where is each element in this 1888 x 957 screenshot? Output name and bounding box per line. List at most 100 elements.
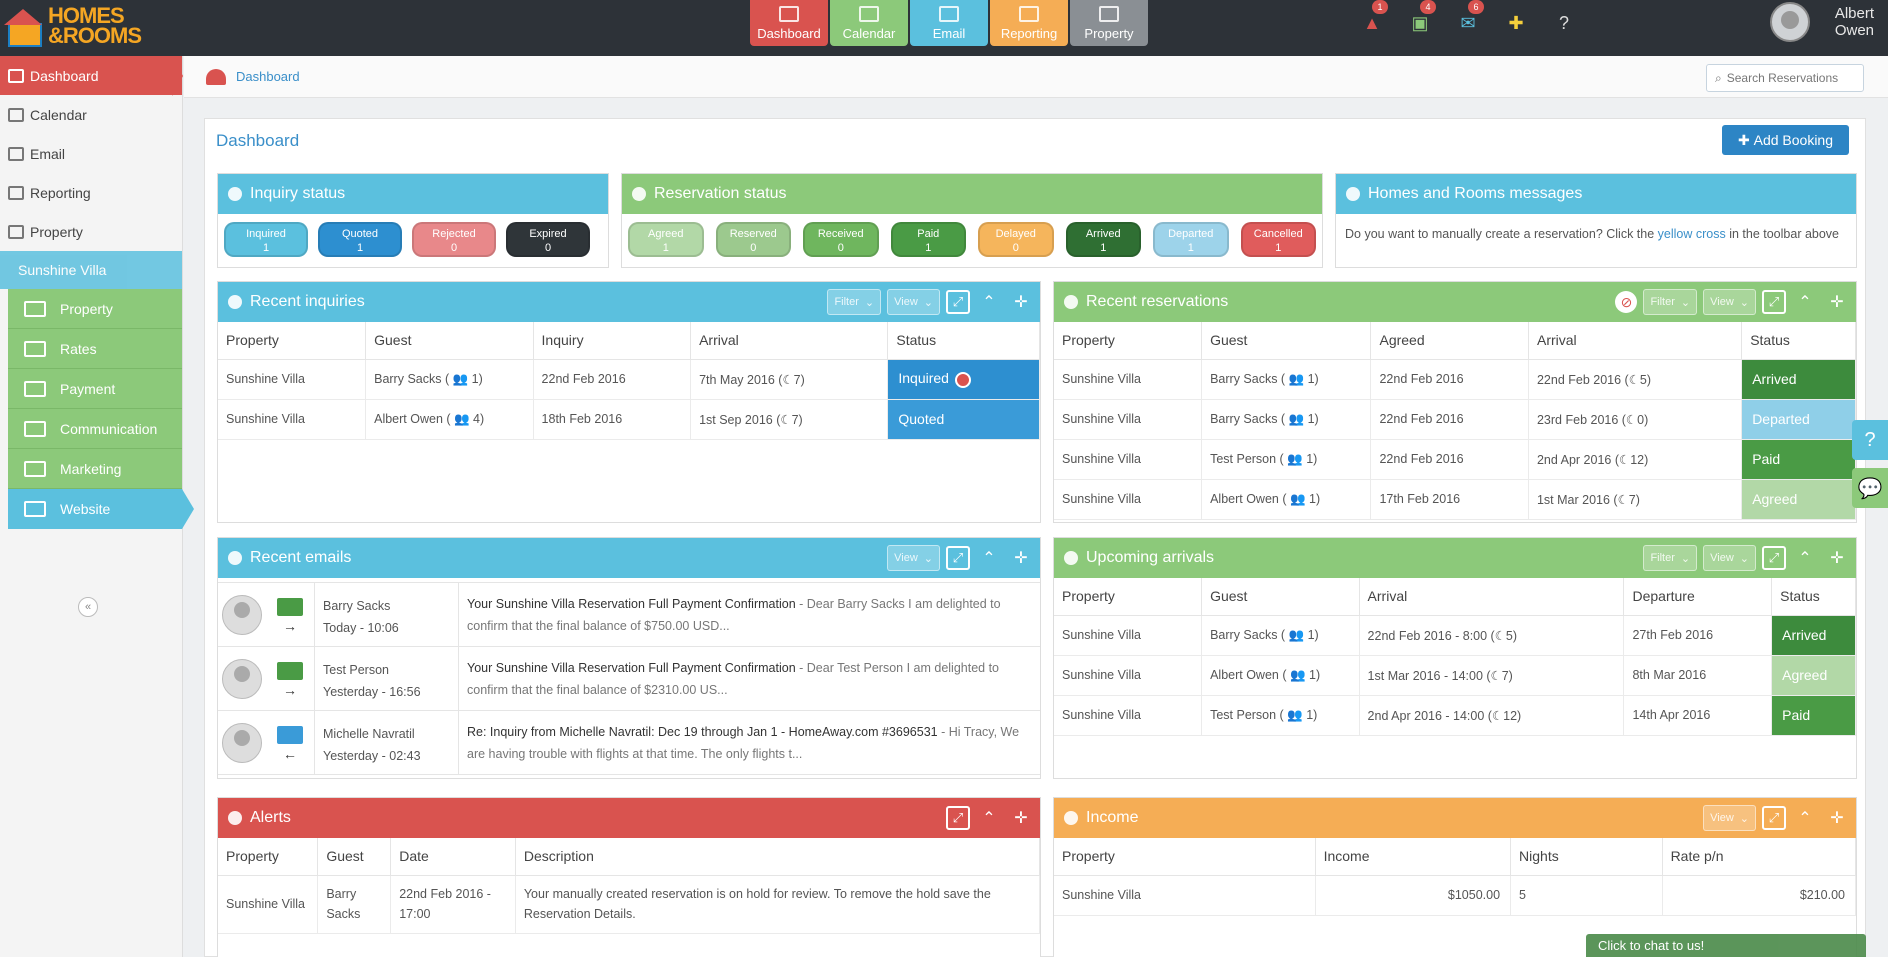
column-header-property[interactable]: Property — [1054, 838, 1316, 876]
alert-button[interactable]: ▲ 1 — [1348, 0, 1396, 46]
column-header-agreed[interactable]: Agreed — [1370, 322, 1529, 360]
move-icon[interactable]: ✛ — [1008, 289, 1034, 315]
column-header-property[interactable]: Property — [218, 838, 319, 876]
email-preview[interactable]: Your Sunshine Villa Reservation Full Pay… — [459, 647, 1040, 710]
collapse-panel-icon[interactable]: ⌃ — [976, 805, 1002, 831]
yellow-cross-link[interactable]: yellow cross — [1658, 227, 1726, 241]
user-avatar[interactable] — [1770, 2, 1810, 42]
column-header-status[interactable]: Status — [1741, 322, 1856, 360]
column-header-arrival[interactable]: Arrival — [1359, 578, 1625, 616]
sidebar-property-name[interactable]: Sunshine Villa — [0, 251, 182, 289]
search-reservations-button[interactable]: ⌕ Search Reservations — [1706, 64, 1864, 92]
sidebar-item-property[interactable]: Property — [0, 212, 182, 251]
move-icon[interactable]: ✛ — [1008, 545, 1034, 571]
table-row[interactable]: Sunshine Villa Barry Sacks ( 👥 1) 22nd Feb… — [1054, 615, 1856, 656]
logo[interactable]: HOMES &ROOMS — [4, 4, 158, 48]
help-button[interactable]: ? — [1540, 0, 1588, 46]
status-badge[interactable]: Paid — [1741, 439, 1856, 480]
expand-icon[interactable]: ⤢ — [1762, 546, 1786, 570]
view-dropdown[interactable]: View ⌄ — [1703, 289, 1756, 315]
column-header-inquiry[interactable]: Inquiry — [533, 322, 692, 360]
sidebar-item-reporting[interactable]: Reporting — [0, 173, 182, 212]
status-pill-delayed[interactable]: Delayed 0 — [978, 222, 1054, 257]
table-row[interactable]: Sunshine Villa Test Person ( 👥 1) 22nd Feb… — [1054, 439, 1856, 480]
status-pill-quoted[interactable]: Quoted 1 — [318, 222, 402, 257]
plus-button[interactable]: ✚ — [1492, 0, 1540, 46]
column-header-nights[interactable]: Nights — [1510, 838, 1663, 876]
add-booking-button[interactable]: ✚ Add Booking — [1722, 125, 1849, 155]
status-pill-rejected[interactable]: Rejected 0 — [412, 222, 496, 257]
remove-icon[interactable] — [954, 371, 971, 388]
no-entry-icon[interactable]: ⊘ — [1615, 291, 1638, 313]
collapse-panel-icon[interactable]: ⌃ — [1792, 289, 1818, 315]
column-header-arrival[interactable]: Arrival — [690, 322, 889, 360]
table-row[interactable]: Sunshine Villa Test Person ( 👥 1) 2nd Apr … — [1054, 695, 1856, 736]
sidebar-subitem-website[interactable]: Website — [8, 489, 194, 529]
column-header-property[interactable]: Property — [1054, 322, 1203, 360]
view-dropdown[interactable]: View ⌄ — [1703, 545, 1756, 571]
expand-icon[interactable]: ⤢ — [1762, 806, 1786, 830]
table-row[interactable]: Sunshine Villa Albert Owen ( 👥 1) 1st Mar … — [1054, 655, 1856, 696]
status-badge[interactable]: Arrived — [1771, 615, 1856, 656]
table-row[interactable]: Sunshine Villa Albert Owen ( 👥 4) 18th Feb… — [218, 399, 1040, 440]
nav-tab-reporting[interactable]: Reporting — [990, 0, 1068, 46]
sidebar-subitem-communication[interactable]: Communication — [8, 409, 182, 449]
move-icon[interactable]: ✛ — [1824, 805, 1850, 831]
column-header-date[interactable]: Date — [390, 838, 516, 876]
column-header-departure[interactable]: Departure — [1623, 578, 1773, 616]
column-header-arrival[interactable]: Arrival — [1528, 322, 1743, 360]
status-badge[interactable]: Agreed — [1741, 479, 1856, 520]
nav-tab-calendar[interactable]: Calendar — [830, 0, 908, 46]
email-row[interactable]: → Test Person Yesterday - 16:56 Your Sunshi… — [218, 647, 1040, 711]
column-header-status[interactable]: Status — [887, 322, 1040, 360]
move-icon[interactable]: ✛ — [1824, 289, 1850, 315]
sidebar-subitem-rates[interactable]: Rates — [8, 329, 182, 369]
expand-icon[interactable]: ⤢ — [946, 546, 970, 570]
column-header-rate-p-n[interactable]: Rate p/n — [1662, 838, 1856, 876]
filter-dropdown[interactable]: Filter ⌄ — [827, 289, 882, 315]
status-badge[interactable]: Departed — [1741, 399, 1856, 440]
email-row[interactable]: → Barry Sacks Today - 10:06 Your Sunshine V… — [218, 583, 1040, 647]
status-pill-inquired[interactable]: Inquired 1 — [224, 222, 308, 257]
expand-icon[interactable]: ⤢ — [946, 290, 970, 314]
status-pill-arrived[interactable]: Arrived 1 — [1065, 222, 1141, 257]
help-side-tab[interactable]: ? — [1852, 420, 1888, 460]
status-pill-cancelled[interactable]: Cancelled 1 — [1240, 222, 1316, 257]
column-header-description[interactable]: Description — [515, 838, 1040, 876]
email-preview[interactable]: Your Sunshine Villa Reservation Full Pay… — [459, 583, 1040, 646]
column-header-guest[interactable]: Guest — [317, 838, 392, 876]
briefcase-button[interactable]: ▣ 4 — [1396, 0, 1444, 46]
view-dropdown[interactable]: View ⌄ — [887, 545, 940, 571]
table-row[interactable]: Sunshine Villa Barry Sacks ( 👥 1) 22nd Feb… — [1054, 399, 1856, 440]
sidebar-subitem-property[interactable]: Property — [8, 289, 182, 329]
view-dropdown[interactable]: View ⌄ — [1703, 805, 1756, 831]
sidebar-item-calendar[interactable]: Calendar — [0, 95, 182, 134]
user-menu[interactable]: Albert Owen — [1770, 2, 1874, 42]
status-badge[interactable]: Quoted — [887, 399, 1040, 440]
collapse-panel-icon[interactable]: ⌃ — [1792, 805, 1818, 831]
sidebar-item-email[interactable]: Email — [0, 134, 182, 173]
chat-button[interactable]: Click to chat to us! — [1586, 934, 1866, 957]
expand-icon[interactable]: ⤢ — [946, 806, 970, 830]
status-pill-agreed[interactable]: Agreed 1 — [628, 222, 704, 257]
move-icon[interactable]: ✛ — [1824, 545, 1850, 571]
status-pill-received[interactable]: Received 0 — [803, 222, 879, 257]
column-header-property[interactable]: Property — [1054, 578, 1203, 616]
mail-button[interactable]: ✉ 6 — [1444, 0, 1492, 46]
column-header-property[interactable]: Property — [218, 322, 367, 360]
feedback-side-tab[interactable]: 💬 — [1852, 468, 1888, 508]
status-badge[interactable]: Agreed — [1771, 655, 1856, 696]
breadcrumb-dashboard[interactable]: Dashboard — [236, 69, 300, 84]
sidebar-item-dashboard[interactable]: Dashboard — [0, 56, 183, 96]
expand-icon[interactable]: ⤢ — [1762, 290, 1786, 314]
status-badge[interactable]: Arrived — [1741, 359, 1856, 400]
status-pill-expired[interactable]: Expired 0 — [506, 222, 590, 257]
table-row[interactable]: Sunshine Villa Barry Sacks ( 👥 1) 22nd Feb… — [218, 359, 1040, 400]
column-header-guest[interactable]: Guest — [365, 322, 534, 360]
status-pill-paid[interactable]: Paid 1 — [890, 222, 966, 257]
sidebar-collapse-button[interactable]: « — [78, 597, 98, 617]
nav-tab-property[interactable]: Property — [1070, 0, 1148, 46]
view-dropdown[interactable]: View ⌄ — [887, 289, 940, 315]
table-row[interactable]: Sunshine Villa $1050.00 5 $210.00 — [1054, 875, 1856, 916]
table-row[interactable]: Sunshine Villa Barry Sacks 22nd Feb 2016 -… — [218, 875, 1040, 934]
